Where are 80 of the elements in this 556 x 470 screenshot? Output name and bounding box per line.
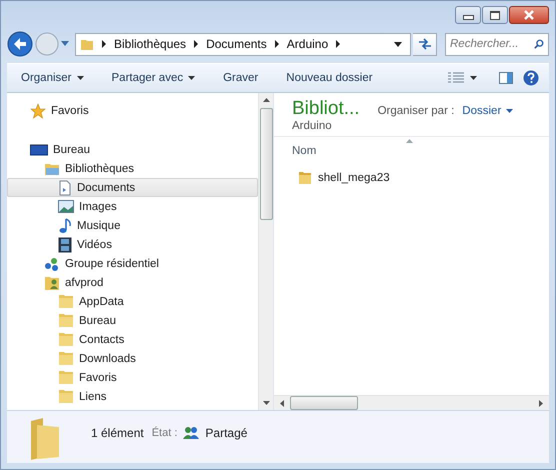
folder-icon <box>298 171 312 185</box>
dropdown-icon[interactable] <box>394 42 402 46</box>
close-button[interactable] <box>509 6 549 24</box>
state-value: Partagé <box>205 426 248 440</box>
breadcrumb[interactable]: Bibliothèques <box>114 37 186 51</box>
sidebar-item[interactable]: Musique <box>7 216 258 235</box>
breadcrumb[interactable]: Arduino <box>286 37 328 51</box>
search-box[interactable]: Rechercher... <box>445 32 549 56</box>
scroll-down-icon[interactable] <box>262 401 270 405</box>
homegroup-icon <box>44 256 60 272</box>
view-options-icon[interactable] <box>448 72 464 84</box>
folder-icon <box>58 294 74 309</box>
minimize-button[interactable] <box>455 6 481 24</box>
caret-icon <box>188 76 196 80</box>
back-button[interactable] <box>7 31 33 57</box>
sort-arrow-icon <box>406 139 413 143</box>
search-icon <box>534 38 544 50</box>
library-title: Bibliot... <box>292 98 360 120</box>
help-icon[interactable] <box>523 70 539 86</box>
refresh-icon <box>418 38 432 50</box>
star-icon <box>30 102 46 118</box>
music-note-icon <box>58 218 72 234</box>
sidebar-item[interactable]: Images <box>7 197 258 216</box>
folder-icon <box>58 313 74 328</box>
users-icon <box>183 426 200 439</box>
refresh-button[interactable] <box>413 32 437 56</box>
arrange-label: Organiser par : <box>378 105 454 117</box>
chevron-icon[interactable] <box>334 40 342 48</box>
folder-icon <box>80 37 94 51</box>
close-icon <box>523 10 535 20</box>
film-icon <box>58 236 72 252</box>
toolbar-button[interactable]: Partager avec <box>112 72 204 84</box>
caret-icon[interactable] <box>470 76 477 80</box>
chevron-icon[interactable] <box>100 40 108 48</box>
toolbar-button[interactable]: Graver <box>223 72 266 84</box>
file-item[interactable]: shell_mega23 <box>274 161 549 185</box>
user-folder-icon <box>44 274 60 290</box>
sidebar-item[interactable]: Contacts <box>7 330 258 349</box>
toolbar-button[interactable]: Nouveau dossier <box>286 72 381 84</box>
toolbar-button[interactable]: Organiser <box>21 72 92 84</box>
folder-icon <box>58 351 74 366</box>
breadcrumb[interactable]: Documents <box>206 37 267 51</box>
scroll-left-icon[interactable] <box>280 400 284 406</box>
sidebar-item[interactable]: Favoris <box>7 101 258 120</box>
scroll-right-icon[interactable] <box>539 400 543 406</box>
scrollbar[interactable] <box>258 93 273 410</box>
item-count: 1 élément <box>91 426 144 440</box>
image-icon <box>58 200 74 213</box>
scrollbar[interactable] <box>274 395 549 410</box>
library-subtitle: Arduino <box>292 120 333 132</box>
caret-icon <box>76 76 84 80</box>
sidebar-item[interactable]: Downloads <box>7 349 258 368</box>
scroll-up-icon[interactable] <box>262 98 270 102</box>
sidebar-item[interactable]: Bureau <box>7 140 258 159</box>
search-field[interactable]: Rechercher... <box>446 38 534 50</box>
library-icon <box>44 162 60 176</box>
sidebar-item[interactable]: Liens <box>7 387 258 406</box>
folder-icon <box>58 389 74 404</box>
arrange-dropdown[interactable]: Dossier <box>462 105 514 117</box>
folder-icon <box>58 370 74 385</box>
file-name: shell_mega23 <box>318 172 390 184</box>
maximize-button[interactable] <box>482 6 508 24</box>
sidebar-item[interactable]: Bibliothèques <box>7 159 258 178</box>
caret-icon <box>506 109 514 113</box>
sidebar-item[interactable]: Favoris <box>7 368 258 387</box>
sidebar-item[interactable]: Bureau <box>7 311 258 330</box>
sidebar-item[interactable]: Documents <box>7 178 258 197</box>
document-icon <box>58 180 72 196</box>
chevron-icon[interactable] <box>272 40 281 48</box>
sidebar-item[interactable]: AppData <box>7 292 258 311</box>
state-label: État : <box>152 427 178 439</box>
desktop-icon <box>30 142 48 156</box>
preview-pane-icon[interactable] <box>499 72 513 84</box>
sidebar-item[interactable]: Vidéos <box>7 235 258 254</box>
chevron-icon[interactable] <box>192 40 200 48</box>
column-header[interactable]: Nom <box>292 145 316 157</box>
sidebar-item[interactable]: afvprod <box>7 273 258 292</box>
sidebar-item[interactable]: Groupe résidentiel <box>7 254 258 273</box>
folder-icon <box>58 332 74 347</box>
address-bar[interactable]: Bibliothèques Documents Arduino <box>75 32 411 56</box>
